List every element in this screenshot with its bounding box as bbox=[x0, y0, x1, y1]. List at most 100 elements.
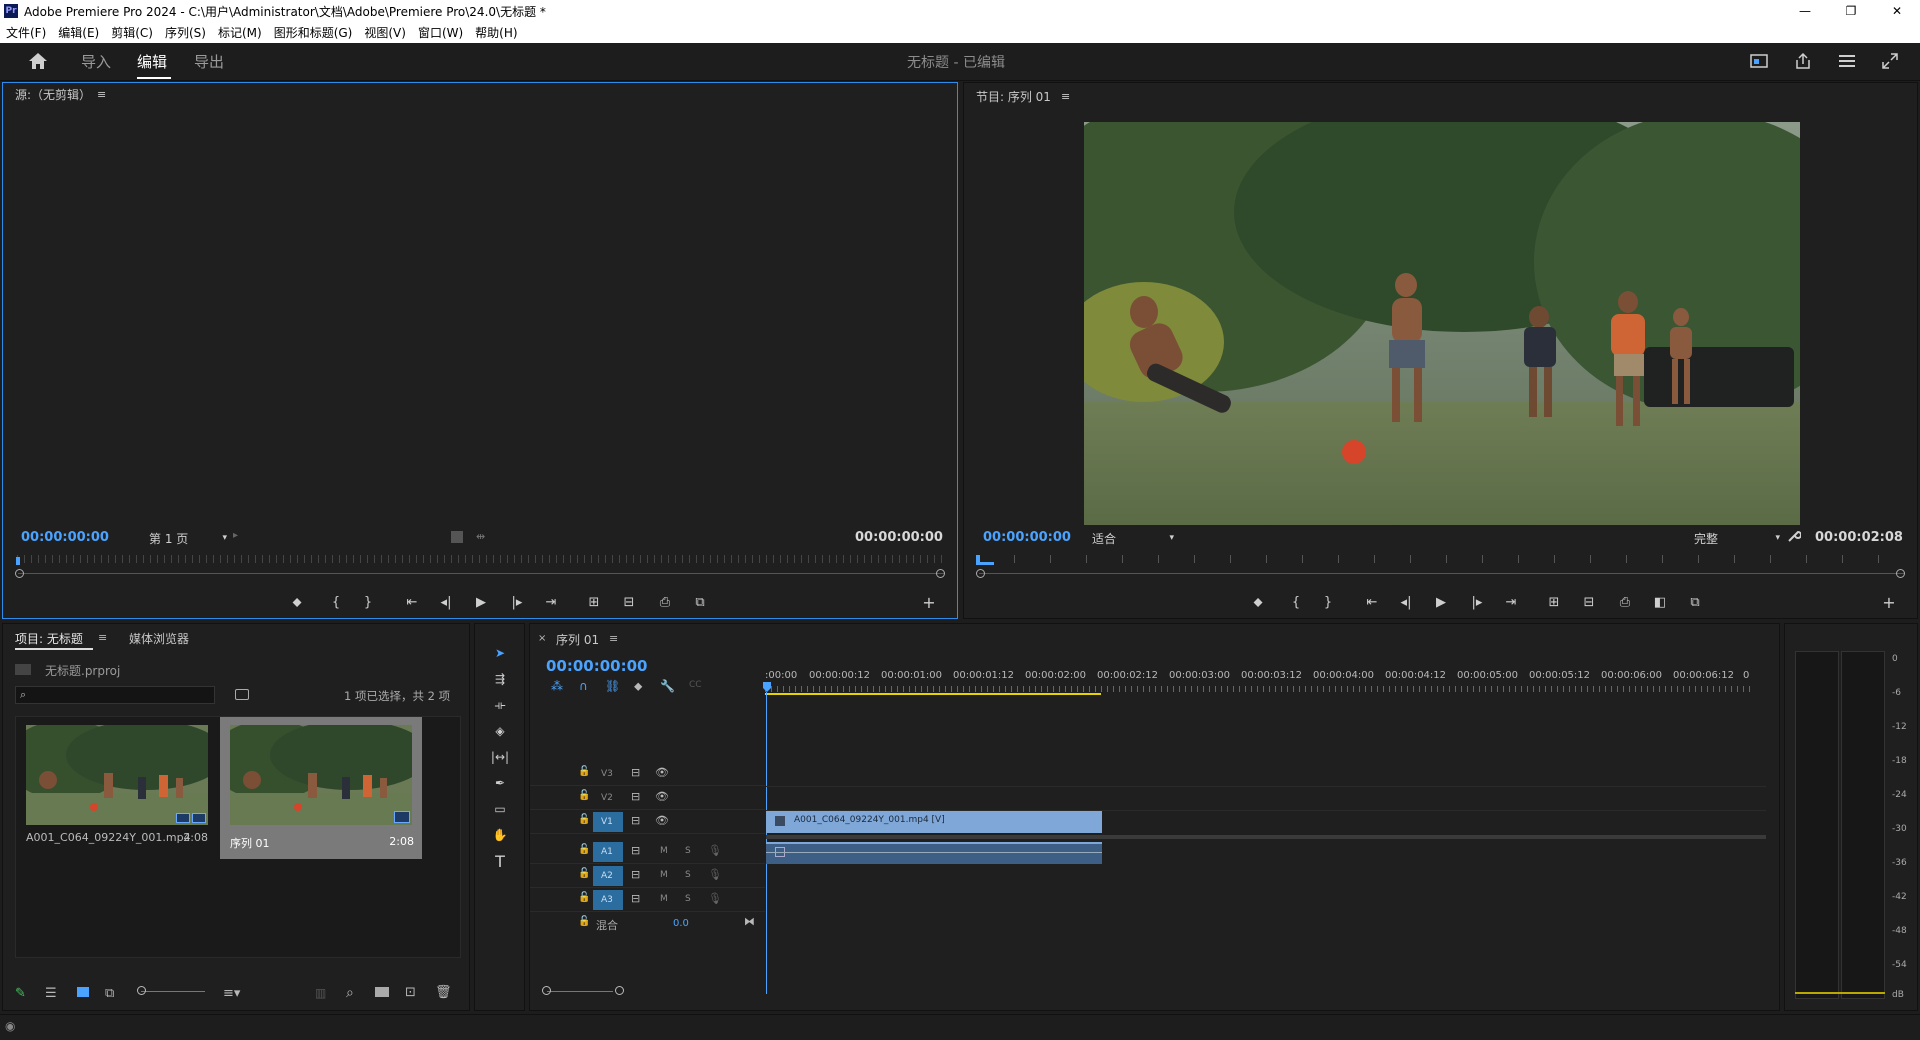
home-icon[interactable] bbox=[28, 52, 48, 70]
microphone-icon[interactable]: 🎙 bbox=[708, 868, 722, 881]
track-a1-label[interactable]: A1 bbox=[601, 847, 613, 857]
quality-select[interactable]: 完整 ▾ bbox=[1694, 529, 1780, 547]
panel-menu-icon[interactable]: ≡ bbox=[1061, 90, 1070, 103]
pencil-icon[interactable]: ✎ bbox=[15, 986, 26, 1001]
pen-tool-icon[interactable]: ✒ bbox=[485, 772, 515, 794]
lock-icon[interactable]: 🔓 bbox=[578, 766, 590, 777]
mark-out-button[interactable]: } bbox=[1317, 591, 1339, 613]
solo-button[interactable]: S bbox=[685, 870, 691, 880]
trash-icon[interactable]: 🗑 bbox=[435, 985, 452, 1000]
mute-button[interactable]: M bbox=[660, 846, 668, 856]
menu-graphics[interactable]: 图形和标题(G) bbox=[268, 24, 359, 41]
menu-clip[interactable]: 剪辑(C) bbox=[105, 24, 159, 41]
dropdown-arrow-icon[interactable]: ⇹ bbox=[476, 530, 485, 543]
project-item-clip[interactable]: A001_C064_09224Y_001.mp4 2:08 bbox=[26, 725, 212, 857]
mark-in-button[interactable]: { bbox=[1285, 591, 1307, 613]
lock-icon[interactable]: 🔓 bbox=[578, 916, 590, 927]
solo-button[interactable]: S bbox=[685, 894, 691, 904]
project-item-sequence[interactable]: 序列 01 2:08 bbox=[220, 717, 422, 859]
source-time-ruler[interactable] bbox=[17, 555, 945, 563]
freeform-view-icon[interactable]: ⧉ bbox=[105, 986, 114, 1001]
zoom-handle-right[interactable] bbox=[936, 569, 945, 578]
zoom-scrollbar[interactable] bbox=[18, 573, 944, 574]
selection-tool-icon[interactable]: ➤ bbox=[485, 642, 515, 664]
source-playhead[interactable] bbox=[16, 557, 20, 565]
tab-media-browser[interactable]: 媒体浏览器 bbox=[129, 630, 189, 647]
tab-export[interactable]: 导出 bbox=[194, 51, 224, 72]
timeline-timecode[interactable]: 00:00:00:00 bbox=[546, 657, 648, 675]
add-button-icon[interactable]: + bbox=[918, 591, 940, 613]
zoom-handle-left[interactable] bbox=[542, 986, 551, 995]
hand-tool-icon[interactable]: ✋ bbox=[485, 824, 515, 846]
workspaces-menu-icon[interactable] bbox=[1838, 54, 1856, 68]
tab-project[interactable]: 项目: 无标题 bbox=[15, 630, 83, 647]
go-to-out-button[interactable]: ⇥ bbox=[540, 591, 562, 613]
track-lanes[interactable]: A001_C064_09224Y_001.mp4 [V] bbox=[766, 762, 1766, 962]
eye-icon[interactable]: 👁 bbox=[655, 814, 669, 827]
sync-lock-icon[interactable]: ⊟ bbox=[631, 892, 640, 905]
close-tab-icon[interactable]: × bbox=[538, 633, 546, 644]
timeline-ruler[interactable]: :00:00 00:00:00:12 00:00:01:00 00:00:01:… bbox=[765, 664, 1765, 696]
extract-button[interactable]: ⊟ bbox=[1578, 591, 1600, 613]
mark-in-button[interactable]: { bbox=[325, 591, 347, 613]
new-bin-from-search-icon[interactable] bbox=[235, 689, 249, 700]
mute-button[interactable]: M bbox=[660, 894, 668, 904]
go-to-in-button[interactable]: ⇤ bbox=[1361, 591, 1383, 613]
track-v2-label[interactable]: V2 bbox=[601, 793, 613, 803]
program-video-frame[interactable] bbox=[1084, 122, 1800, 525]
step-back-button[interactable]: ◂| bbox=[1395, 591, 1417, 613]
quick-export-icon[interactable] bbox=[1750, 53, 1768, 69]
button-editor-icon[interactable]: ⧉ bbox=[689, 591, 711, 613]
microphone-icon[interactable]: 🎙 bbox=[708, 892, 722, 905]
zoom-handle-right[interactable] bbox=[615, 986, 624, 995]
step-back-button[interactable]: ◂| bbox=[435, 591, 457, 613]
work-area-bar[interactable] bbox=[765, 693, 1101, 695]
background-tasks-icon[interactable]: ◉ bbox=[5, 1019, 15, 1033]
mix-value[interactable]: 0.0 bbox=[673, 918, 689, 929]
mark-out-button[interactable]: } bbox=[357, 591, 379, 613]
menu-file[interactable]: 文件(F) bbox=[0, 24, 52, 41]
list-view-icon[interactable]: ☰ bbox=[45, 986, 57, 1001]
add-marker-button[interactable]: ⬥ bbox=[1247, 591, 1269, 613]
track-select-tool-icon[interactable]: ⇶ bbox=[485, 668, 515, 690]
ripple-edit-tool-icon[interactable]: ⟛ bbox=[485, 694, 515, 716]
zoom-handle-left[interactable] bbox=[976, 569, 985, 578]
menu-help[interactable]: 帮助(H) bbox=[469, 24, 523, 41]
program-playhead[interactable] bbox=[976, 555, 994, 565]
wrench-icon[interactable] bbox=[1787, 529, 1801, 543]
timeline-zoom-scrollbar[interactable] bbox=[547, 991, 613, 992]
sync-lock-icon[interactable]: ⊟ bbox=[631, 814, 640, 827]
lock-icon[interactable]: 🔓 bbox=[578, 868, 590, 879]
panel-menu-icon[interactable]: ≡ bbox=[98, 631, 107, 644]
microphone-icon[interactable]: 🎙 bbox=[708, 844, 722, 857]
zoom-slider-handle[interactable] bbox=[137, 986, 146, 995]
video-clip[interactable]: A001_C064_09224Y_001.mp4 [V] bbox=[766, 811, 1102, 833]
panel-menu-icon[interactable]: ≡ bbox=[609, 632, 618, 645]
zoom-slider[interactable] bbox=[141, 991, 205, 992]
fullscreen-icon[interactable] bbox=[1882, 53, 1898, 69]
overwrite-button[interactable]: ⊟ bbox=[618, 591, 640, 613]
step-forward-button[interactable]: |▸ bbox=[506, 591, 528, 613]
sync-lock-icon[interactable]: ⊟ bbox=[631, 766, 640, 779]
icon-view-icon[interactable] bbox=[77, 987, 89, 997]
slip-tool-icon[interactable]: |↔| bbox=[485, 746, 515, 768]
track-v3-label[interactable]: V3 bbox=[601, 769, 613, 779]
panel-menu-icon[interactable]: ≡ bbox=[97, 88, 106, 101]
zoom-scrollbar[interactable] bbox=[979, 573, 1905, 574]
timeline-sequence-tab[interactable]: 序列 01 bbox=[556, 631, 599, 648]
lift-button[interactable]: ⊞ bbox=[1543, 591, 1565, 613]
maximize-button[interactable]: ❐ bbox=[1828, 4, 1874, 18]
minimize-button[interactable]: — bbox=[1782, 4, 1828, 18]
eye-icon[interactable]: 👁 bbox=[655, 790, 669, 803]
menu-sequence[interactable]: 序列(S) bbox=[159, 24, 212, 41]
sync-lock-icon[interactable]: ⊟ bbox=[631, 790, 640, 803]
search-input[interactable]: ⌕ bbox=[15, 686, 215, 704]
program-time-ruler[interactable] bbox=[978, 555, 1906, 563]
sync-lock-icon[interactable]: ⊟ bbox=[631, 868, 640, 881]
close-button[interactable]: ✕ bbox=[1874, 4, 1920, 18]
add-marker-icon[interactable]: ⬥ bbox=[634, 679, 642, 694]
menu-view[interactable]: 视图(V) bbox=[358, 24, 412, 41]
go-to-end-icon[interactable]: ⧓ bbox=[744, 915, 755, 928]
tab-import[interactable]: 导入 bbox=[81, 51, 111, 72]
zoom-handle-left[interactable] bbox=[15, 569, 24, 578]
